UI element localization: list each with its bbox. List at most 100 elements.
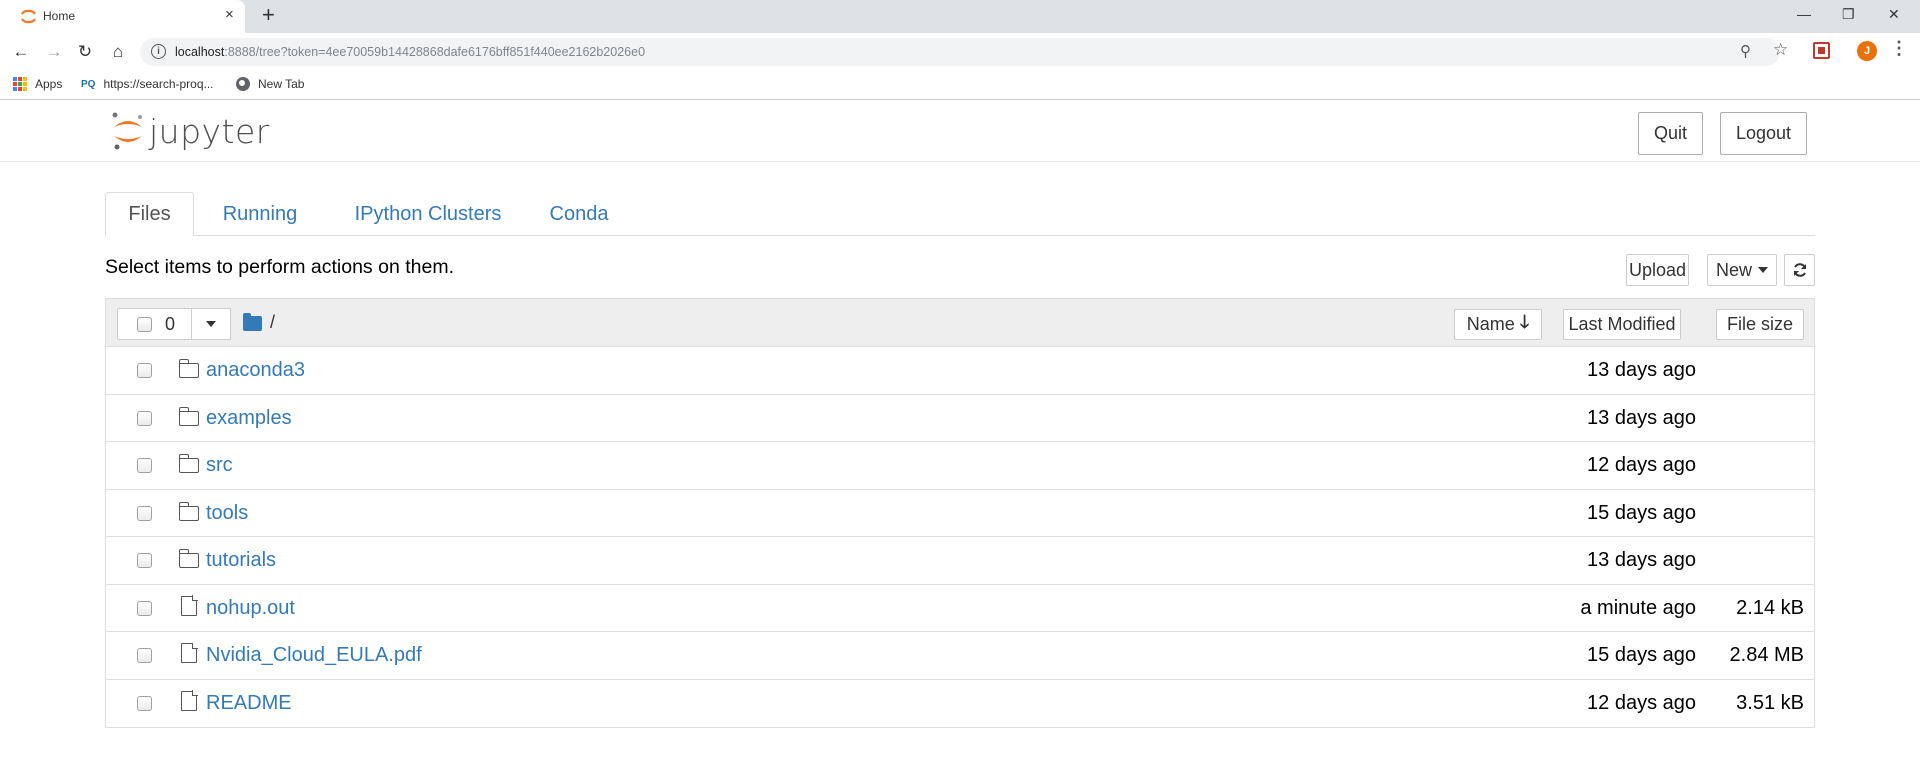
sort-by-size-button[interactable]: File size	[1716, 309, 1804, 340]
list-item[interactable]: anaconda3 13 days ago	[106, 347, 1814, 395]
item-modified: 13 days ago	[1587, 359, 1696, 381]
bookmark-apps[interactable]: Apps	[13, 77, 62, 91]
sort-name-label: Name	[1466, 314, 1515, 334]
select-all-checkbox[interactable]	[137, 316, 152, 332]
refresh-button[interactable]	[1784, 254, 1815, 286]
jupyter-header: jupyter Quit Logout	[0, 101, 1920, 162]
item-link[interactable]: src	[206, 454, 233, 477]
new-dropdown-button[interactable]: New	[1707, 254, 1777, 286]
tab-title: Home	[43, 9, 76, 23]
select-all-group: 0	[117, 308, 231, 340]
apps-grid-icon	[13, 77, 27, 91]
new-tab-button[interactable]: +	[262, 2, 275, 28]
url-text[interactable]: localhost:8888/tree?token=4ee70059b14428…	[175, 45, 645, 59]
site-info-icon[interactable]: i	[151, 44, 166, 59]
browser-toolbar: ← → ↻ ⌂ i localhost:8888/tree?token=4ee7…	[0, 33, 1920, 70]
list-item[interactable]: Nvidia_Cloud_EULA.pdf 15 days ago 2.84 M…	[106, 632, 1814, 680]
item-link[interactable]: examples	[206, 407, 292, 430]
close-window-icon[interactable]: ✕	[1888, 6, 1900, 23]
sort-by-name-button[interactable]: Name 🡓	[1454, 309, 1542, 340]
list-item[interactable]: nohup.out a minute ago 2.14 kB	[106, 585, 1814, 632]
jupyter-logo-text: jupyter	[149, 111, 270, 151]
item-checkbox[interactable]	[137, 695, 152, 711]
bookmark-star-icon[interactable]: ☆	[1773, 40, 1788, 60]
select-menu-button[interactable]	[192, 308, 231, 340]
folder-icon[interactable]	[243, 313, 262, 331]
folder-icon	[178, 549, 199, 568]
tab-conda[interactable]: Conda	[535, 192, 623, 236]
chevron-down-icon	[206, 321, 216, 327]
extension-icon[interactable]	[1813, 42, 1830, 59]
tab-ipython-clusters[interactable]: IPython Clusters	[333, 192, 523, 236]
main-tabs: Files Running IPython Clusters Conda	[105, 192, 1815, 237]
item-checkbox[interactable]	[137, 505, 152, 521]
file-icon	[181, 595, 198, 616]
quit-button[interactable]: Quit	[1638, 112, 1703, 155]
refresh-icon	[1793, 263, 1806, 277]
tab-running[interactable]: Running	[205, 192, 315, 236]
select-all-control[interactable]: 0	[117, 308, 192, 340]
bookmarks-bar: Apps PQ https://search-proq... New Tab	[0, 70, 1920, 100]
address-bar[interactable]: i localhost:8888/tree?token=4ee70059b144…	[140, 38, 1788, 66]
list-item[interactable]: tutorials 13 days ago	[106, 537, 1814, 585]
item-checkbox[interactable]	[137, 648, 152, 663]
bookmark-proquest[interactable]: PQ https://search-proq...	[81, 77, 214, 91]
item-size: 3.51 kB	[1736, 691, 1804, 714]
reload-icon[interactable]: ↻	[74, 41, 96, 63]
tab-files[interactable]: Files	[105, 192, 194, 237]
item-link[interactable]: nohup.out	[206, 597, 295, 620]
browser-tab[interactable]: Home ×	[0, 0, 245, 33]
item-link[interactable]: tools	[206, 502, 248, 525]
bookmark-label: Apps	[35, 77, 63, 91]
breadcrumb-path[interactable]: /	[270, 312, 275, 333]
sort-by-modified-button[interactable]: Last Modified	[1563, 309, 1681, 340]
item-checkbox[interactable]	[137, 600, 152, 616]
minimize-icon[interactable]: —	[1797, 6, 1811, 22]
restore-icon[interactable]: ❐	[1842, 6, 1855, 23]
list-item[interactable]: README 12 days ago 3.51 kB	[106, 680, 1814, 728]
file-list: 0 / Name 🡓 Last Modified File size anaco…	[105, 298, 1815, 728]
folder-icon	[178, 406, 199, 426]
bookmark-new-tab[interactable]: New Tab	[236, 77, 304, 91]
bookmark-label: https://search-proq...	[103, 77, 214, 91]
folder-icon	[178, 359, 199, 378]
jupyter-logo[interactable]: jupyter	[111, 111, 270, 151]
item-modified: 12 days ago	[1587, 454, 1696, 476]
list-item[interactable]: src 12 days ago	[106, 442, 1814, 490]
zoom-icon[interactable]: ⚲	[1740, 42, 1751, 60]
home-icon[interactable]: ⌂	[107, 41, 129, 63]
item-checkbox[interactable]	[137, 363, 152, 378]
item-link[interactable]: README	[206, 692, 292, 715]
breadcrumb: /	[243, 312, 275, 333]
item-link[interactable]: anaconda3	[206, 359, 305, 382]
item-checkbox[interactable]	[137, 458, 152, 473]
forward-arrow-icon[interactable]: →	[43, 41, 65, 63]
item-checkbox[interactable]	[137, 410, 152, 426]
back-arrow-icon[interactable]: ←	[10, 41, 32, 63]
item-modified: a minute ago	[1580, 596, 1696, 619]
tab-close-icon[interactable]: ×	[225, 6, 234, 23]
file-icon	[181, 642, 198, 663]
arrow-down-icon: 🡓	[1519, 311, 1530, 332]
item-link[interactable]: Nvidia_Cloud_EULA.pdf	[206, 644, 422, 667]
profile-avatar[interactable]: J	[1857, 41, 1877, 61]
jupyter-logo-icon	[112, 112, 142, 150]
item-modified: 15 days ago	[1587, 644, 1696, 666]
folder-icon	[178, 501, 199, 521]
list-item[interactable]: tools 15 days ago	[106, 490, 1814, 537]
browser-menu-icon[interactable]: ⋮	[1890, 38, 1908, 59]
item-modified: 12 days ago	[1587, 691, 1696, 714]
upload-button[interactable]: Upload	[1626, 254, 1689, 286]
item-link[interactable]: tutorials	[206, 549, 276, 572]
chevron-down-icon	[1758, 267, 1768, 273]
item-modified: 13 days ago	[1587, 406, 1696, 429]
item-checkbox[interactable]	[137, 553, 152, 568]
selection-message: Select items to perform actions on them.	[105, 256, 454, 278]
selected-count: 0	[165, 313, 176, 334]
item-modified: 15 days ago	[1587, 501, 1696, 524]
logout-button[interactable]: Logout	[1720, 112, 1807, 155]
new-button-label: New	[1715, 259, 1752, 280]
pq-icon: PQ	[81, 78, 96, 90]
list-item[interactable]: examples 13 days ago	[106, 395, 1814, 442]
folder-icon	[178, 454, 199, 473]
